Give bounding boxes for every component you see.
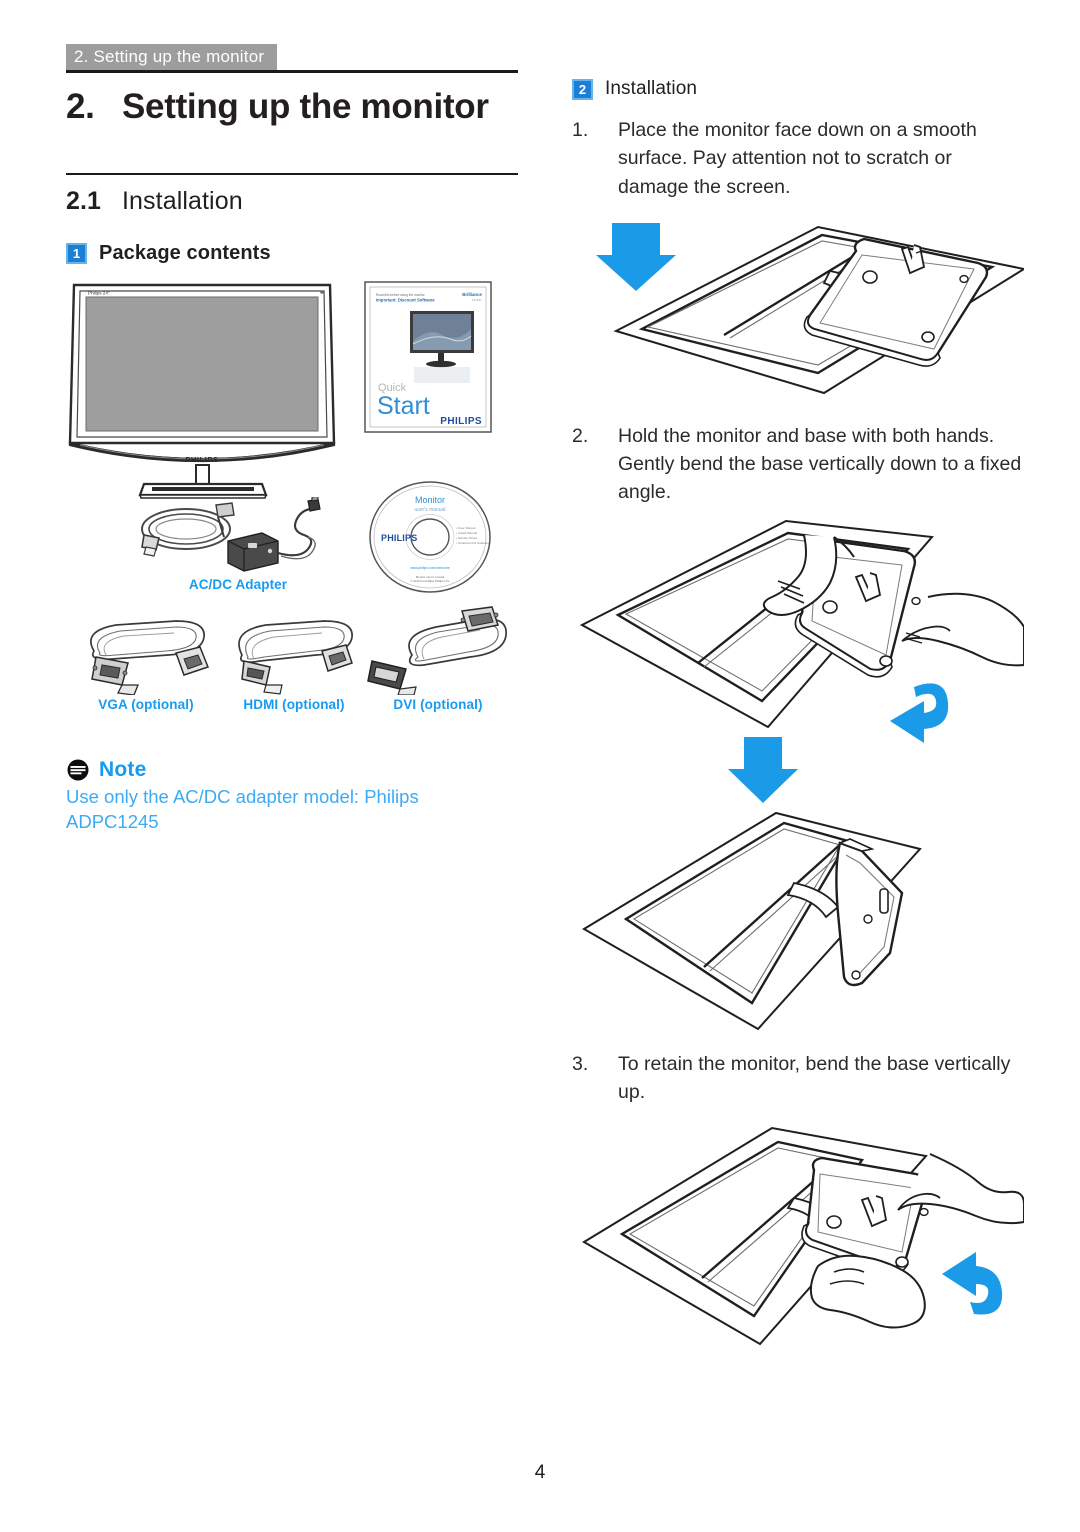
figure-step-3 <box>582 1127 1024 1346</box>
note-block: Note Use only the AC/DC adapter model: P… <box>66 758 518 835</box>
section-heading: 2.1 Installation <box>66 187 518 216</box>
booklet-start-text: Start <box>377 392 430 420</box>
section-title: Installation <box>122 187 243 216</box>
cd-brand-text: PHILIPS <box>381 533 417 543</box>
step-1-text: Place the monitor face down on a smooth … <box>618 119 977 198</box>
chapter-heading: 2. Setting up the monitor <box>66 87 518 127</box>
svg-text:© 2012 Koninklijke Philips N.V: © 2012 Koninklijke Philips N.V. <box>410 579 450 583</box>
booklet-top-line-2: Important: Discount Software <box>376 298 435 303</box>
step-2-text: Hold the monitor and base with both hand… <box>618 424 1022 504</box>
figure-step-1 <box>596 222 1024 394</box>
chapter-rule <box>66 70 518 73</box>
step-1: 1. Place the monitor face down on a smoo… <box>572 116 1024 201</box>
dvi-cable-illustration <box>367 606 507 696</box>
svg-text:www.philips.com/welcome: www.philips.com/welcome <box>410 566 449 570</box>
cd-subtitle-text: user's manual <box>415 507 446 513</box>
caption-hdmi: HDMI (optional) <box>243 697 345 713</box>
left-column: 2. Setting up the monitor 2.1 Installation… <box>66 70 518 835</box>
blue-down-arrow-icon-2 <box>728 736 798 803</box>
figure-step-2-result <box>582 811 922 1030</box>
section-number: 2.1 <box>66 187 102 216</box>
svg-text:247E3L: 247E3L <box>472 298 483 302</box>
caption-vga: VGA (optional) <box>98 697 194 713</box>
running-header: 2. Setting up the monitor <box>66 44 278 70</box>
svg-text:Philips 24": Philips 24" <box>88 291 110 296</box>
badge-1: 1 <box>66 243 87 265</box>
step-3-number: 3. <box>572 1052 589 1075</box>
note-icon <box>67 759 89 781</box>
step-1-number: 1. <box>572 119 589 141</box>
step-2: 2. Hold the monitor and base with both h… <box>572 422 1024 507</box>
ac-dc-adapter-illustration <box>141 497 321 572</box>
cd-title-text: Monitor <box>415 495 445 505</box>
step-2-number: 2. <box>572 424 589 447</box>
svg-text:• User Manual: • User Manual <box>456 526 476 530</box>
right-column: 2 Installation 1. Place the monitor face… <box>572 78 1024 1346</box>
manual-page: 2. Setting up the monitor 2. Setting up t… <box>0 0 1080 1532</box>
vga-cable-illustration <box>90 620 209 696</box>
note-title: Note <box>99 758 147 782</box>
caption-adapter: AC/DC Adapter <box>188 577 288 593</box>
figure-step-2 <box>579 519 1024 803</box>
badge-2: 2 <box>572 78 593 100</box>
svg-text:• SmartControl Software: • SmartControl Software <box>456 541 490 545</box>
package-contents-subhead: 1 Package contents <box>66 242 518 265</box>
section-rule <box>66 173 518 176</box>
installation-subhead: 2 Installation <box>572 78 1024 100</box>
note-body: Use only the AC/DC adapter model: Philip… <box>66 786 419 833</box>
svg-text:Brilliance: Brilliance <box>462 292 482 297</box>
page-number: 4 <box>534 1462 546 1483</box>
quick-start-booklet-illustration: Read this before using the monitor Impor… <box>364 281 492 433</box>
step-3-text: To retain the monitor, bend the base ver… <box>618 1052 1011 1103</box>
blue-curved-up-arrow-icon <box>942 1252 1003 1315</box>
installation-label: Installation <box>605 78 698 99</box>
caption-dvi: DVI (optional) <box>393 697 483 713</box>
svg-text:• Monitor Driver: • Monitor Driver <box>456 536 477 540</box>
svg-text:• Install Manual: • Install Manual <box>456 531 477 535</box>
note-header: Note <box>66 758 518 782</box>
chapter-title: Setting up the monitor <box>122 87 489 126</box>
cd-illustration: Monitor user's manual PHILIPS • User Man… <box>369 481 491 593</box>
blue-down-arrow-icon <box>596 222 676 291</box>
hdmi-cable-illustration <box>238 620 353 695</box>
step-3: 3. To retain the monitor, bend the base … <box>572 1050 1024 1107</box>
package-contents-label: Package contents <box>99 242 271 265</box>
monitor-illustration: Philips 24" PHILIPS <box>68 284 336 500</box>
blue-curved-arrow-icon <box>890 682 949 743</box>
monitor-brand-text: PHILIPS <box>185 455 218 464</box>
booklet-brand-text: PHILIPS <box>440 416 482 427</box>
package-contents-figure: Philips 24" PHILIPS Read this before usi… <box>66 279 518 734</box>
chapter-number: 2. <box>66 87 95 126</box>
booklet-top-line-1: Read this before using the monitor <box>376 293 426 297</box>
